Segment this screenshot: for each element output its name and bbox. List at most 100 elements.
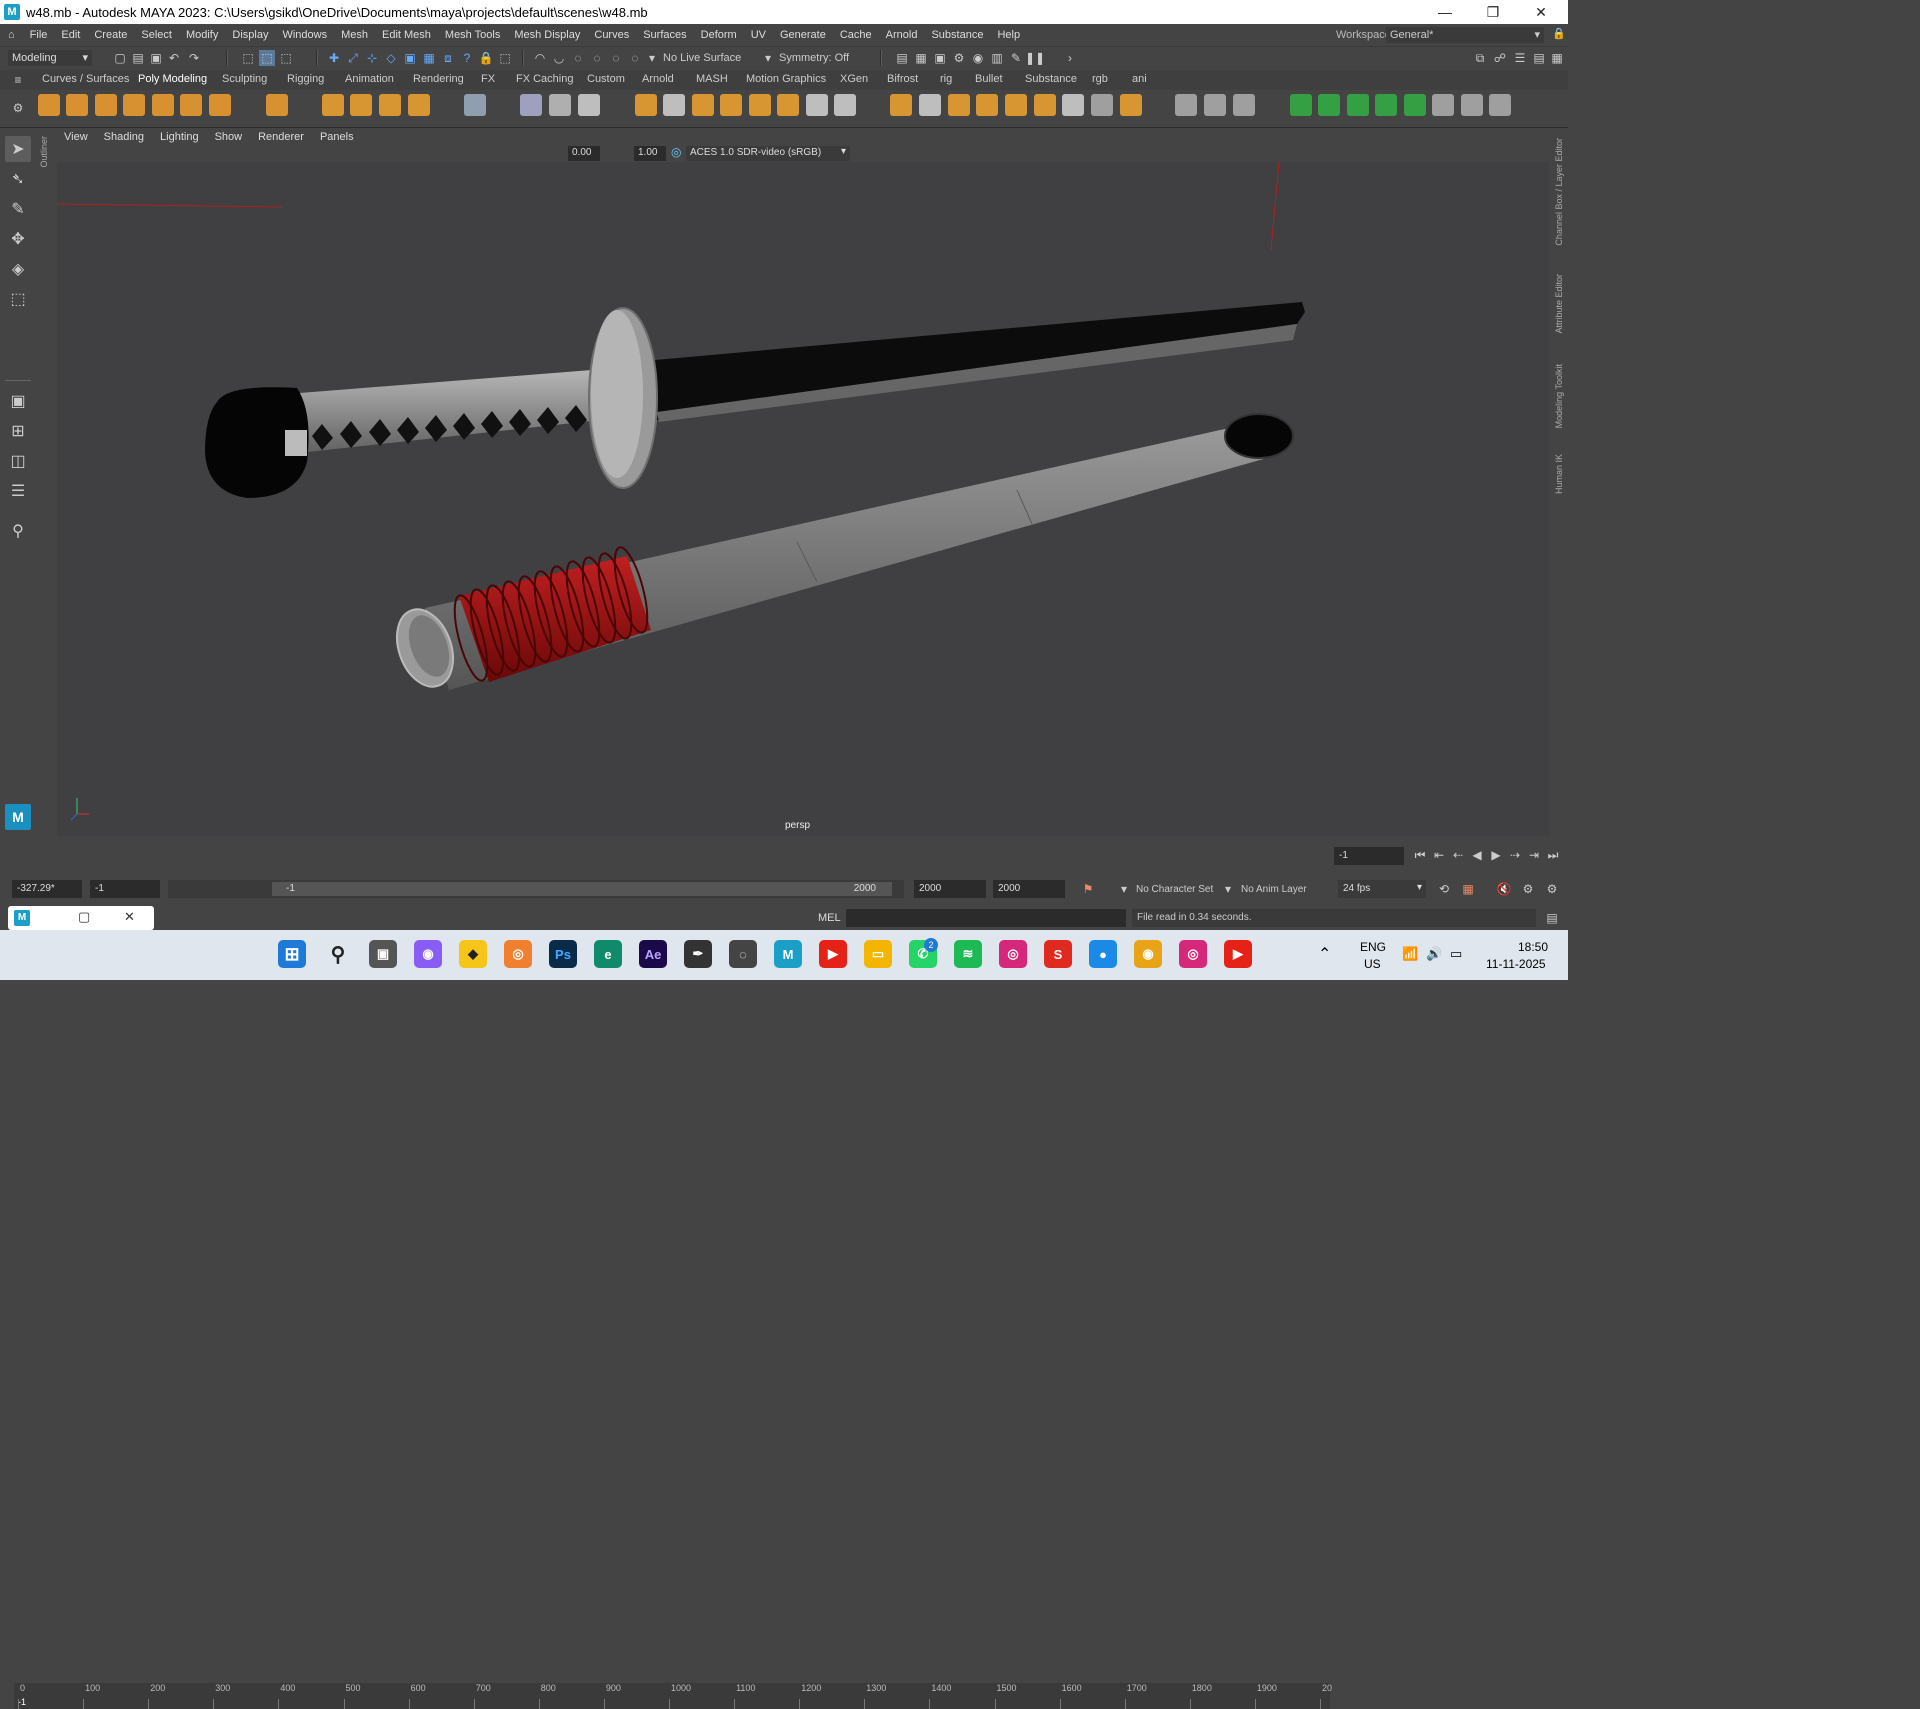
outliner-layout-icon[interactable]: ☰ — [5, 478, 31, 504]
shelf-tab-substance[interactable]: Substance — [1025, 73, 1077, 85]
shelf-tool-icon[interactable] — [266, 94, 288, 116]
shelf-tab-poly-modeling[interactable]: Poly Modeling — [138, 73, 207, 85]
chrome-icon[interactable]: ◉ — [1134, 940, 1162, 968]
construction-history-icon[interactable]: ◠ — [532, 50, 548, 66]
shelf-tool-icon[interactable] — [1175, 94, 1197, 116]
shelf-tool-icon[interactable] — [1204, 94, 1226, 116]
shelf-tool-icon[interactable] — [976, 94, 998, 116]
menu-edit[interactable]: Edit — [54, 29, 87, 41]
shelf-tab-sculpting[interactable]: Sculpting — [222, 73, 267, 85]
shelf-tool-icon[interactable] — [1404, 94, 1426, 116]
play-backwards-icon[interactable]: ◀ — [1469, 847, 1485, 863]
shelf-tab-xgen[interactable]: XGen — [840, 73, 868, 85]
snap-live-icon[interactable]: ⧈ — [440, 50, 456, 66]
new-scene-icon[interactable]: ▢ — [112, 50, 128, 66]
gamma-field[interactable]: 1.00 — [634, 146, 666, 161]
shelf-tool-icon[interactable] — [38, 94, 60, 116]
fps-dropdown[interactable]: 24 fps ▾ — [1338, 880, 1426, 898]
menu-deform[interactable]: Deform — [694, 29, 744, 41]
shelf-tool-icon[interactable] — [549, 94, 571, 116]
render-settings-icon[interactable]: ⚙ — [951, 50, 967, 66]
character-set-label[interactable]: No Character Set — [1136, 884, 1213, 895]
rotate-tool-icon[interactable]: ◈ — [5, 256, 31, 282]
menu-create[interactable]: Create — [87, 29, 134, 41]
menu-substance[interactable]: Substance — [924, 29, 990, 41]
single-perspective-icon[interactable]: ▣ — [5, 388, 31, 414]
clock-date[interactable]: 11-11-2025 — [1486, 957, 1546, 971]
shelf-menu-icon[interactable]: ≡ — [10, 72, 26, 88]
after-effects-icon[interactable]: Ae — [639, 940, 667, 968]
coordinate-field[interactable]: -327.29* — [12, 880, 82, 898]
menu-display[interactable]: Display — [225, 29, 275, 41]
shelf-tool-icon[interactable] — [408, 94, 430, 116]
chevron-down-icon[interactable]: ▾ — [1220, 881, 1236, 897]
search-icon[interactable]: ⚲ — [5, 518, 31, 544]
anim-layer-label[interactable]: No Anim Layer — [1241, 884, 1307, 895]
search-icon[interactable]: ⚲ — [324, 940, 352, 968]
shelf-tool-icon[interactable] — [66, 94, 88, 116]
menu-mesh[interactable]: Mesh — [334, 29, 375, 41]
shelf-tool-icon[interactable] — [834, 94, 856, 116]
undo-icon[interactable]: ↶ — [166, 50, 182, 66]
color-space-dropdown[interactable]: ACES 1.0 SDR-video (sRGB) ▾ — [686, 146, 850, 161]
outliner-strip[interactable]: Outliner — [37, 128, 55, 838]
shelf-tool-icon[interactable] — [1375, 94, 1397, 116]
shelf-tool-icon[interactable] — [948, 94, 970, 116]
playback-end-field[interactable]: 2000 — [914, 880, 986, 898]
pause-icon[interactable]: ❚❚ — [1025, 50, 1045, 66]
shelf-tool-icon[interactable] — [322, 94, 344, 116]
attribute-editor-tab[interactable]: Attribute Editor — [1554, 274, 1564, 334]
step-back-frame-icon[interactable]: ⇠ — [1450, 847, 1466, 863]
windows-start-icon[interactable]: ⊞ — [278, 940, 306, 968]
shelf-tab-mash[interactable]: MASH — [696, 73, 728, 85]
shelf-tool-icon[interactable] — [1034, 94, 1056, 116]
lasso-tool-icon[interactable]: ➴ — [5, 166, 31, 192]
render-view-icon[interactable]: ▤ — [894, 50, 910, 66]
edge-icon[interactable]: e — [594, 940, 622, 968]
current-frame-field[interactable]: -1 — [1334, 847, 1404, 865]
viewport-scene[interactable] — [57, 162, 1549, 836]
minimize-button[interactable]: — — [1422, 0, 1468, 24]
menu-mesh-display[interactable]: Mesh Display — [507, 29, 587, 41]
move-tool-icon[interactable]: ✥ — [5, 226, 31, 252]
shelf-tab-rendering[interactable]: Rendering — [413, 73, 464, 85]
range-slider-handle[interactable]: -1 2000 — [272, 882, 892, 896]
shelf-tool-icon[interactable] — [520, 94, 542, 116]
panel-menu-renderer[interactable]: Renderer — [250, 131, 312, 143]
hypershade-icon[interactable]: ◉ — [970, 50, 986, 66]
render-setup-icon[interactable]: ▥ — [989, 50, 1005, 66]
menu-cache[interactable]: Cache — [833, 29, 879, 41]
shelf-tool-icon[interactable] — [123, 94, 145, 116]
menu-arnold[interactable]: Arnold — [879, 29, 925, 41]
shelf-tab-custom[interactable]: Custom — [587, 73, 625, 85]
sticky-icon[interactable]: ◆ — [459, 940, 487, 968]
shelf-tool-icon[interactable] — [1432, 94, 1454, 116]
restore-small-icon[interactable]: ▢ — [78, 909, 90, 925]
shelf-tool-icon[interactable] — [578, 94, 600, 116]
shelf-tool-icon[interactable] — [692, 94, 714, 116]
persp-outliner-icon[interactable]: ◫ — [5, 448, 31, 474]
app-blue-icon[interactable]: ● — [1089, 940, 1117, 968]
shelf-tool-icon[interactable] — [1005, 94, 1027, 116]
minimized-window-tab[interactable]: M ▢ ✕ — [8, 906, 154, 930]
close-button[interactable]: ✕ — [1518, 0, 1564, 24]
shelf-tool-icon[interactable] — [890, 94, 912, 116]
cache-icon[interactable]: ▦ — [1460, 881, 1476, 897]
menu-modify[interactable]: Modify — [179, 29, 225, 41]
substance-icon[interactable]: S — [1044, 940, 1072, 968]
shelf-tab-rigging[interactable]: Rigging — [287, 73, 324, 85]
blender-icon[interactable]: ◎ — [504, 940, 532, 968]
lasso-icon[interactable]: ◌ — [589, 50, 605, 66]
battery-icon[interactable]: ▭ — [1450, 946, 1462, 962]
go-to-end-icon[interactable]: ⏭ — [1545, 847, 1561, 863]
go-to-start-icon[interactable]: ⏮ — [1412, 847, 1428, 863]
hik-icon[interactable]: ☍ — [1492, 50, 1508, 66]
shelf-tool-icon[interactable] — [464, 94, 486, 116]
language-bottom[interactable]: US — [1364, 957, 1381, 971]
anim-settings-icon[interactable]: ⚙ — [1544, 881, 1560, 897]
menu-help[interactable]: Help — [990, 29, 1027, 41]
perspective-viewport[interactable]: persp — [57, 162, 1549, 836]
close-small-icon[interactable]: ✕ — [124, 909, 135, 925]
light-editor-icon[interactable]: ✎ — [1008, 50, 1024, 66]
clock-time[interactable]: 18:50 — [1518, 940, 1548, 954]
